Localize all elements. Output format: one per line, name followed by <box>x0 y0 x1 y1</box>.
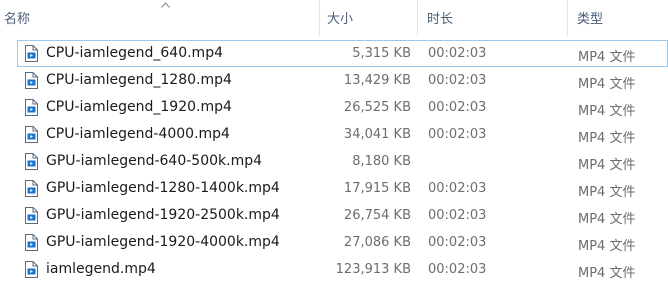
column-header-row: 名称 大小 时长 类型 <box>0 0 668 36</box>
file-row[interactable]: CPU-iamlegend-4000.mp4 34,041 KB 00:02:03 M… <box>0 121 668 148</box>
file-size: 8,180 KB <box>352 154 411 169</box>
file-duration: 00:02:03 <box>428 73 487 88</box>
column-header-size[interactable]: 大小 <box>320 0 418 36</box>
file-type: MP4 文件 <box>578 158 636 173</box>
file-type: MP4 文件 <box>578 239 636 254</box>
file-row[interactable]: CPU-iamlegend_1280.mp4 13,429 KB 00:02:03 M… <box>0 67 668 94</box>
file-name: iamlegend.mp4 <box>46 261 156 277</box>
column-header-duration[interactable]: 时长 <box>418 0 568 36</box>
file-duration: 00:02:03 <box>428 46 487 61</box>
file-size: 5,315 KB <box>352 46 411 61</box>
file-duration: 00:02:03 <box>428 127 487 142</box>
file-row[interactable]: GPU-iamlegend-1920-4000k.mp4 27,086 KB 00:… <box>0 229 668 256</box>
file-name: CPU-iamlegend_1280.mp4 <box>46 72 232 88</box>
file-type: MP4 文件 <box>578 50 636 65</box>
file-type: MP4 文件 <box>578 185 636 200</box>
video-file-icon <box>24 72 38 89</box>
file-row[interactable]: GPU-iamlegend-1280-1400k.mp4 17,915 KB 00:… <box>0 175 668 202</box>
video-file-icon <box>24 261 38 278</box>
file-type: MP4 文件 <box>578 266 636 281</box>
column-header-type-label: 类型 <box>577 12 604 27</box>
video-file-icon <box>24 99 38 116</box>
column-header-type[interactable]: 类型 <box>568 0 668 36</box>
video-file-icon <box>24 207 38 224</box>
file-type: MP4 文件 <box>578 77 636 92</box>
file-name: GPU-iamlegend-1920-4000k.mp4 <box>46 234 280 250</box>
column-header-duration-label: 时长 <box>427 12 454 27</box>
column-header-size-label: 大小 <box>327 12 354 27</box>
file-duration: 00:02:03 <box>428 208 487 223</box>
video-file-icon <box>24 126 38 143</box>
file-name: CPU-iamlegend_1920.mp4 <box>46 99 232 115</box>
video-file-icon <box>24 45 38 62</box>
column-header-name[interactable]: 名称 <box>0 0 320 36</box>
column-header-name-label: 名称 <box>4 12 31 27</box>
file-duration: 00:02:03 <box>428 181 487 196</box>
file-size: 123,913 KB <box>335 262 411 277</box>
sort-ascending-icon <box>161 2 170 8</box>
file-size: 27,086 KB <box>343 235 411 250</box>
file-size: 26,754 KB <box>343 208 411 223</box>
video-file-icon <box>24 153 38 170</box>
file-duration: 00:02:03 <box>428 100 487 115</box>
file-explorer-details-view: 名称 大小 时长 类型 CPU-iamlegend_640.mp4 5,315 K… <box>0 0 668 295</box>
file-name: CPU-iamlegend_640.mp4 <box>46 45 223 61</box>
file-name: CPU-iamlegend-4000.mp4 <box>46 126 230 142</box>
file-type: MP4 文件 <box>578 104 636 119</box>
file-row[interactable]: GPU-iamlegend-1920-2500k.mp4 26,754 KB 00:… <box>0 202 668 229</box>
file-size: 26,525 KB <box>343 100 411 115</box>
file-row[interactable]: CPU-iamlegend_640.mp4 5,315 KB 00:02:03 MP4… <box>17 40 668 67</box>
file-duration: 00:02:03 <box>428 235 487 250</box>
video-file-icon <box>24 234 38 251</box>
file-row[interactable]: CPU-iamlegend_1920.mp4 26,525 KB 00:02:03 M… <box>0 94 668 121</box>
file-duration: 00:02:03 <box>428 262 487 277</box>
file-size: 17,915 KB <box>343 181 411 196</box>
file-name: GPU-iamlegend-1920-2500k.mp4 <box>46 207 280 223</box>
file-size: 34,041 KB <box>343 127 411 142</box>
video-file-icon <box>24 180 38 197</box>
file-name: GPU-iamlegend-1280-1400k.mp4 <box>46 180 280 196</box>
file-row[interactable]: iamlegend.mp4 123,913 KB 00:02:03 MP4 文件 <box>0 256 668 283</box>
file-name: GPU-iamlegend-640-500k.mp4 <box>46 153 262 169</box>
file-row[interactable]: GPU-iamlegend-640-500k.mp4 8,180 KB MP4 文件 <box>0 148 668 175</box>
file-list: CPU-iamlegend_640.mp4 5,315 KB 00:02:03 MP4… <box>0 40 668 283</box>
file-size: 13,429 KB <box>343 73 411 88</box>
file-type: MP4 文件 <box>578 131 636 146</box>
file-type: MP4 文件 <box>578 212 636 227</box>
